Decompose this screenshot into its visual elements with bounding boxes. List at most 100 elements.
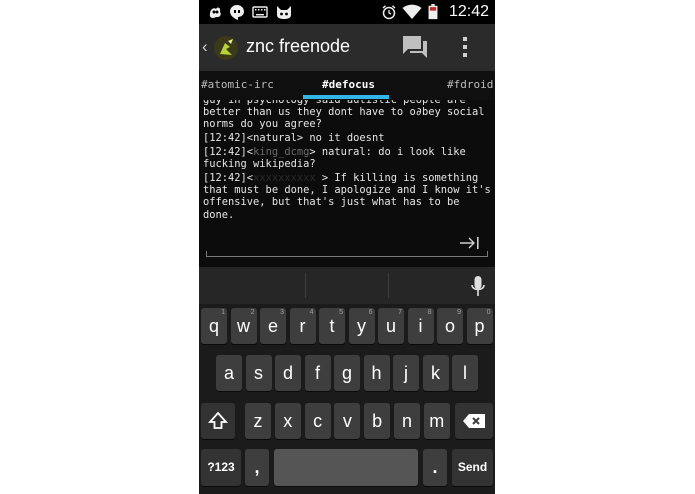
hangouts-icon bbox=[230, 5, 244, 20]
key-v[interactable]: v bbox=[334, 403, 361, 439]
key-hint: 6 bbox=[368, 309, 373, 316]
comma-key[interactable]: , bbox=[245, 449, 269, 486]
key-label: c bbox=[313, 411, 323, 431]
chat-message: [12:42]<natural> no it doesnt bbox=[203, 132, 385, 145]
tab-defocus[interactable]: #defocus bbox=[322, 78, 375, 91]
key-u[interactable]: u7 bbox=[378, 308, 404, 344]
key-label: f bbox=[314, 363, 320, 383]
key-hint: 8 bbox=[427, 309, 432, 316]
key-hint: 1 bbox=[221, 309, 225, 316]
status-clock: 12:42 bbox=[448, 3, 489, 20]
key-t[interactable]: t5 bbox=[319, 308, 345, 344]
period-key[interactable]: . bbox=[423, 449, 447, 486]
key-label: s bbox=[254, 363, 263, 383]
message-timestamp: [12:42] bbox=[203, 132, 247, 145]
tab-complete-icon[interactable] bbox=[459, 236, 481, 250]
message-nick[interactable]: natural bbox=[253, 132, 297, 144]
key-label: d bbox=[282, 363, 293, 383]
shift-arrow-icon bbox=[207, 411, 229, 429]
key-p[interactable]: p0 bbox=[466, 308, 493, 344]
symbols-key[interactable]: ?123 bbox=[201, 449, 241, 486]
key-hint: 0 bbox=[486, 309, 491, 316]
key-y[interactable]: y6 bbox=[348, 308, 375, 344]
overflow-menu-icon[interactable] bbox=[461, 36, 469, 58]
key-w[interactable]: w2 bbox=[230, 308, 257, 344]
key-q[interactable]: q1 bbox=[201, 308, 227, 344]
key-h[interactable]: h bbox=[363, 355, 390, 391]
key-b[interactable]: b bbox=[364, 403, 391, 439]
soft-keyboard: q1w2e3r4t5y6u7i8o9p0 asd f gh j k l zxcvbnm ?12… bbox=[199, 267, 495, 494]
chat-bubbles-icon[interactable] bbox=[401, 34, 429, 60]
key-hint: 3 bbox=[280, 309, 284, 316]
key-k[interactable]: k bbox=[422, 355, 449, 391]
blob-icon bbox=[209, 7, 221, 18]
key-label: j bbox=[404, 363, 408, 383]
chat-message: guy in psychology said autistic people a… bbox=[203, 100, 491, 131]
input-underline bbox=[206, 256, 488, 257]
key-j[interactable]: j bbox=[393, 355, 419, 391]
key-hint: 7 bbox=[398, 309, 402, 316]
key-a[interactable]: a bbox=[216, 355, 242, 391]
key-f[interactable]: f bbox=[304, 355, 331, 391]
status-bar: 12:42 bbox=[199, 0, 495, 24]
key-label: h bbox=[371, 363, 382, 383]
send-key-label: Send bbox=[457, 460, 488, 474]
key-c[interactable]: c bbox=[304, 403, 331, 439]
space-key[interactable] bbox=[274, 449, 418, 486]
alarm-icon bbox=[382, 5, 396, 20]
message-timestamp: [12:42] bbox=[203, 172, 247, 184]
tab-atomic-irc[interactable]: #atomic-irc bbox=[201, 78, 274, 91]
shift-key[interactable] bbox=[201, 403, 235, 439]
symbols-key-label: ?123 bbox=[207, 460, 235, 474]
key-s[interactable]: s bbox=[245, 355, 272, 391]
period-key-label: . bbox=[432, 457, 438, 477]
delete-key[interactable] bbox=[455, 403, 493, 439]
send-key[interactable]: Send bbox=[452, 449, 493, 486]
microphone-icon[interactable] bbox=[471, 276, 485, 298]
key-label: z bbox=[253, 411, 263, 431]
message-text: no it doesnt bbox=[303, 132, 385, 145]
message-nick[interactable]: king_dcmg bbox=[253, 146, 309, 158]
key-m[interactable]: m bbox=[423, 403, 450, 439]
tab-fdroid[interactable]: #fdroid bbox=[447, 78, 493, 91]
message-nick[interactable]: xxxxxxxxxx bbox=[253, 172, 316, 184]
app-logo-icon[interactable] bbox=[213, 35, 239, 61]
message-input[interactable] bbox=[207, 233, 452, 255]
comma-key-label: , bbox=[254, 457, 260, 477]
key-e[interactable]: e3 bbox=[260, 308, 286, 344]
input-underline-left bbox=[206, 251, 207, 257]
key-label: a bbox=[223, 363, 234, 383]
key-label: g bbox=[341, 363, 352, 383]
phone-screen: 12:42 ‹ znc freenode #atomic-irc #defocu… bbox=[199, 0, 495, 494]
key-d[interactable]: d bbox=[275, 355, 301, 391]
key-x[interactable]: x bbox=[274, 403, 301, 439]
active-tab-indicator bbox=[303, 95, 389, 99]
key-hint: 4 bbox=[309, 309, 314, 316]
app-title[interactable]: znc freenode bbox=[246, 36, 350, 57]
keyboard-icon bbox=[252, 6, 268, 18]
key-r[interactable]: r4 bbox=[289, 308, 316, 344]
key-l[interactable]: l bbox=[452, 355, 478, 391]
key-label: m bbox=[429, 411, 445, 431]
key-label: v bbox=[342, 411, 352, 431]
key-label: b bbox=[372, 411, 383, 431]
key-n[interactable]: n bbox=[394, 403, 420, 439]
suggestion-strip bbox=[199, 267, 495, 304]
key-z[interactable]: z bbox=[245, 403, 271, 439]
wifi-icon bbox=[402, 4, 422, 19]
message-timestamp: [12:42] bbox=[203, 146, 247, 158]
battery-icon bbox=[428, 4, 438, 20]
channel-tabs: #atomic-irc #defocus #fdroid bbox=[199, 71, 495, 101]
key-label: l bbox=[463, 363, 467, 383]
input-underline-right bbox=[487, 251, 488, 257]
key-g[interactable]: g bbox=[334, 355, 360, 391]
backspace-icon bbox=[463, 414, 485, 428]
key-i[interactable]: i8 bbox=[407, 308, 434, 344]
key-hint: 5 bbox=[339, 309, 343, 316]
key-hint: 9 bbox=[457, 309, 461, 316]
key-o[interactable]: o9 bbox=[437, 308, 463, 344]
back-chevron-icon[interactable]: ‹ bbox=[202, 37, 208, 57]
chat-log[interactable]: guy in psychology said autistic people a… bbox=[199, 100, 495, 231]
key-label: x bbox=[283, 411, 293, 431]
key-hint: 2 bbox=[250, 309, 255, 316]
